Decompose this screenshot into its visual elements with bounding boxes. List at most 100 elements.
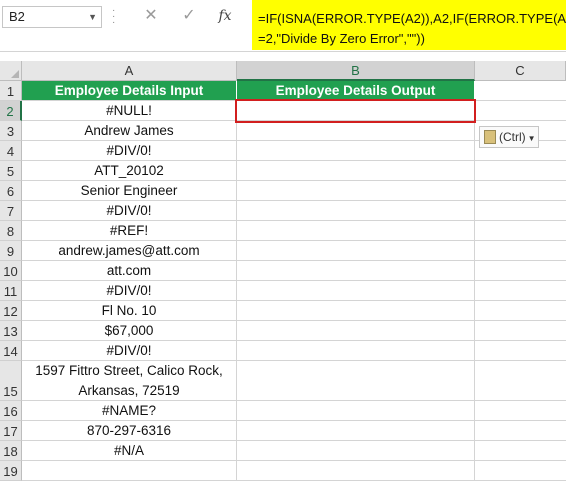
row-header-8[interactable]: 8 (0, 221, 22, 241)
row-header-3[interactable]: 3 (0, 121, 22, 141)
cell-b8[interactable] (237, 221, 475, 241)
row-header-9[interactable]: 9 (0, 241, 22, 261)
cell-b15[interactable] (237, 361, 475, 401)
cell-a3[interactable]: Andrew James (22, 121, 237, 141)
cell-c13[interactable] (475, 321, 566, 341)
row-header-17[interactable]: 17 (0, 421, 22, 441)
cell-text: #N/A (113, 442, 144, 458)
cell-b2[interactable] (237, 101, 475, 121)
column-header-a[interactable]: A (22, 61, 237, 81)
cell-b4[interactable] (237, 141, 475, 161)
cell-b10[interactable] (237, 261, 475, 281)
cell-b11[interactable] (237, 281, 475, 301)
insert-function-icon[interactable]: fx (214, 5, 236, 27)
cell-c2[interactable] (475, 101, 566, 121)
chevron-down-icon[interactable]: ▼ (88, 7, 97, 27)
cell-b5[interactable] (237, 161, 475, 181)
cell-text: #DIV/0! (106, 142, 152, 158)
cell-b19[interactable] (237, 461, 475, 481)
cell-b17[interactable] (237, 421, 475, 441)
row-header-18[interactable]: 18 (0, 441, 22, 461)
cell-c8[interactable] (475, 221, 566, 241)
cell-b3[interactable] (237, 121, 475, 141)
cell-b6[interactable] (237, 181, 475, 201)
cell-b1[interactable]: Employee Details Output (237, 81, 475, 101)
row-header-15[interactable]: 15 (0, 361, 22, 401)
cell-text: Fl No. 10 (101, 302, 157, 318)
cell-a9[interactable]: andrew.james@att.com (22, 241, 237, 261)
row-header-2[interactable]: 2 (0, 101, 22, 121)
cell-a8[interactable]: #REF! (22, 221, 237, 241)
cell-a19[interactable] (22, 461, 237, 481)
drag-handle-icon[interactable]: · · · (112, 6, 116, 28)
clipboard-icon (484, 129, 496, 144)
formula-line-1: =IF(ISNA(ERROR.TYPE(A2)),A2,IF(ERROR.TYP… (258, 11, 566, 26)
cell-a11[interactable]: #DIV/0! (22, 281, 237, 301)
cell-c14[interactable] (475, 341, 566, 361)
cell-c10[interactable] (475, 261, 566, 281)
cell-c9[interactable] (475, 241, 566, 261)
cell-a18[interactable]: #N/A (22, 441, 237, 461)
cell-c16[interactable] (475, 401, 566, 421)
select-all-button[interactable] (0, 61, 22, 81)
cell-b16[interactable] (237, 401, 475, 421)
row-header-5[interactable]: 5 (0, 161, 22, 181)
row-header-13[interactable]: 13 (0, 321, 22, 341)
chevron-down-icon: ▼ (527, 134, 536, 143)
formula-input[interactable]: =IF(ISNA(ERROR.TYPE(A2)),A2,IF(ERROR.TYP… (252, 0, 566, 50)
cell-c18[interactable] (475, 441, 566, 461)
cell-a16[interactable]: #NAME? (22, 401, 237, 421)
row-header-1[interactable]: 1 (0, 81, 22, 101)
cell-c15[interactable] (475, 361, 566, 401)
row-header-12[interactable]: 12 (0, 301, 22, 321)
cell-c7[interactable] (475, 201, 566, 221)
name-box-value: B2 (9, 9, 25, 24)
cell-c6[interactable] (475, 181, 566, 201)
cell-a12[interactable]: Fl No. 10 (22, 301, 237, 321)
row-header-14[interactable]: 14 (0, 341, 22, 361)
cell-text: #DIV/0! (106, 202, 152, 218)
cell-a7[interactable]: #DIV/0! (22, 201, 237, 221)
cell-a1[interactable]: Employee Details Input (22, 81, 237, 101)
name-box[interactable]: B2 ▼ (2, 6, 102, 28)
row-header-6[interactable]: 6 (0, 181, 22, 201)
cell-c5[interactable] (475, 161, 566, 181)
column-header-b[interactable]: B (237, 61, 475, 81)
row-header-7[interactable]: 7 (0, 201, 22, 221)
cell-a5[interactable]: ATT_20102 (22, 161, 237, 181)
row-header-19[interactable]: 19 (0, 461, 22, 481)
cell-b9[interactable] (237, 241, 475, 261)
row-header-16[interactable]: 16 (0, 401, 22, 421)
formula-line-2: =2,"Divide By Zero Error","")) (258, 31, 425, 46)
cell-b13[interactable] (237, 321, 475, 341)
cancel-icon[interactable]: ✕ (140, 5, 162, 27)
cell-a17[interactable]: 870-297-6316 (22, 421, 237, 441)
cell-a10[interactable]: att.com (22, 261, 237, 281)
cell-a13[interactable]: $67,000 (22, 321, 237, 341)
row-header-10[interactable]: 10 (0, 261, 22, 281)
row-header-11[interactable]: 11 (0, 281, 22, 301)
cell-a4[interactable]: #DIV/0! (22, 141, 237, 161)
cell-text: #NULL! (106, 102, 152, 118)
cell-a6[interactable]: Senior Engineer (22, 181, 237, 201)
cell-c17[interactable] (475, 421, 566, 441)
cell-a2[interactable]: #NULL! (22, 101, 237, 121)
cell-c1[interactable] (475, 81, 566, 101)
cell-text: att.com (106, 262, 152, 278)
confirm-icon[interactable]: ✓ (178, 5, 200, 27)
cell-text: #NAME? (101, 402, 157, 418)
cell-a15[interactable]: 1597 Fittro Street, Calico Rock, Arkansas… (22, 361, 237, 401)
cell-b7[interactable] (237, 201, 475, 221)
cell-b12[interactable] (237, 301, 475, 321)
cell-c12[interactable] (475, 301, 566, 321)
cell-a14[interactable]: #DIV/0! (22, 341, 237, 361)
row-header-4[interactable]: 4 (0, 141, 22, 161)
paste-options-button[interactable]: (Ctrl) ▼ (479, 126, 539, 148)
cell-b14[interactable] (237, 341, 475, 361)
cell-text: #DIV/0! (106, 282, 152, 298)
cell-b18[interactable] (237, 441, 475, 461)
column-header-c[interactable]: C (475, 61, 566, 81)
header-label-input: Employee Details Input (54, 82, 204, 98)
cell-c19[interactable] (475, 461, 566, 481)
cell-c11[interactable] (475, 281, 566, 301)
